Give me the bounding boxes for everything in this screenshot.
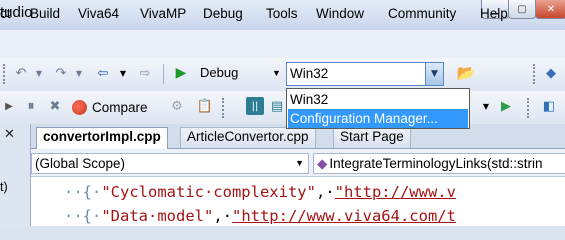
solution-platform-combo[interactable]: Win32 ▼ [286,62,444,86]
chevron-down-icon: ▼ [272,68,281,78]
toolbar-separator [163,64,164,84]
menu-tools[interactable]: Tools [266,6,298,21]
chevron-down-icon: ▼ [295,158,304,168]
code-punctuation: ,· [213,207,232,225]
toolbar-icon[interactable]: ◆ [542,64,560,82]
side-panel-text: t) [0,180,8,194]
menu-build[interactable]: Build [30,6,60,21]
menu-community[interactable]: Community [388,6,456,21]
code-indent: ··{· [64,183,102,201]
menu-viva64[interactable]: Viva64 [78,6,119,21]
platform-value: Win32 [290,66,329,81]
close-icon: ✕ [546,3,556,15]
menu-help[interactable]: Help [480,6,508,21]
compare-icon [72,99,87,115]
scope-value: (Global Scope) [35,156,126,171]
code-punctuation: ,· [315,183,335,201]
configuration-value: Debug [200,65,239,80]
redo-icon[interactable]: ↷ [52,64,70,82]
find-in-files-icon[interactable]: 📂 [457,64,476,82]
maximize-icon: ▢ [517,3,527,15]
menu-window[interactable]: Window [316,6,364,21]
platform-dropdown-list: Win32 Configuration Manager... [286,88,470,129]
code-string: "Data·model" [101,207,214,225]
clipboard-icon[interactable]: 📋 [196,97,214,115]
toolbar-icon[interactable]: ▶ [497,97,515,115]
close-window-button[interactable]: ✕ [535,0,565,19]
maximize-button[interactable]: ▢ [508,0,536,19]
navigate-backward-icon[interactable]: ⇦ [94,64,112,82]
undo-icon[interactable]: ↶ [12,64,30,82]
redo-dropdown-icon[interactable]: ▼ [70,64,88,82]
function-icon: ◆ [317,156,328,171]
toolbar-grip[interactable] [533,64,538,84]
platform-option-configuration-manager[interactable]: Configuration Manager... [288,109,468,128]
menu-debug[interactable]: Debug [203,6,243,21]
vivamp-icon[interactable]: ▤ [268,97,286,115]
menu-bar [0,30,565,59]
navigate-forward-icon[interactable]: ⇨ [136,64,154,82]
tab-start-page[interactable]: Start Page [333,127,411,148]
close-panel-icon[interactable]: ✕ [4,127,15,142]
navigate-dropdown-icon[interactable]: ▼ [114,64,132,82]
tab-articleconvertor-cpp[interactable]: ArticleConvertor.cpp [180,127,316,148]
pause-icon[interactable]: ⏸ [22,97,40,115]
viva64-icon[interactable]: || [246,97,264,115]
code-line: ··{·"Cyclomatic·complexity",·"http://www… [64,183,456,201]
code-string: "Cyclomatic·complexity" [101,183,316,201]
toolbar-grip[interactable] [3,64,8,84]
toolbar-grip[interactable] [222,98,227,118]
dropdown-icon[interactable]: ▼ [477,97,495,115]
scope-combo[interactable]: (Global Scope) ▼ [31,153,309,174]
toolbar-icon[interactable]: ◧ [540,97,558,115]
platform-option-win32[interactable]: Win32 [288,90,468,109]
menu-project[interactable]: ct [0,6,11,21]
menu-vivamp[interactable]: VivaMP [140,6,186,21]
code-url[interactable]: "http://www.viva64.com/t [232,207,456,225]
start-debugging-icon[interactable]: ▶ [172,64,190,82]
member-value: IntegrateTerminologyLinks(std::strin [329,156,543,171]
code-indent: ··{· [64,207,102,225]
tab-convertorimpl-cpp[interactable]: convertorImpl.cpp [36,127,168,149]
toolbar-grip[interactable] [527,98,532,118]
code-line: ··{·"Data·model",·"http://www.viva64.com… [64,207,456,225]
compare-button[interactable]: Compare [72,96,148,118]
code-url[interactable]: "http://www.v [335,183,456,201]
chevron-down-icon[interactable]: ▼ [425,63,443,85]
compare-options-icon[interactable]: ⚙ [168,97,186,115]
compare-label: Compare [92,99,148,115]
toolbar-overflow-icon[interactable]: ▶ [0,97,18,115]
solution-configuration-combo[interactable]: Debug ▼ [196,62,282,84]
stop-icon[interactable]: ✖ [46,97,64,115]
member-combo[interactable]: ◆ IntegrateTerminologyLinks(std::strin [313,153,565,174]
undo-dropdown-icon[interactable]: ▼ [30,64,48,82]
